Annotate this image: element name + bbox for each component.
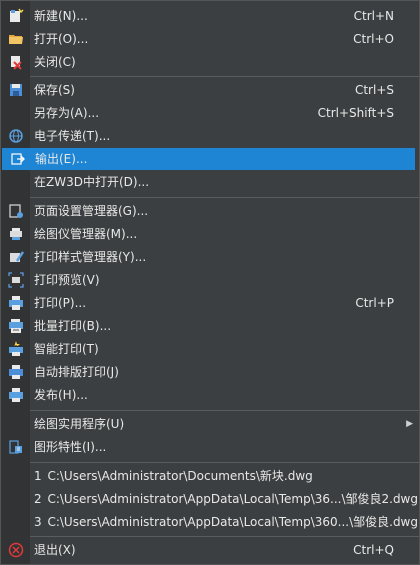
menu-item-label: 打印预览(V) (34, 273, 100, 287)
menu-item-shortcut: Ctrl+P (355, 296, 394, 310)
menu-item-smart-print[interactable]: 智能打印(T) (1, 338, 419, 360)
drawing-properties-icon (9, 440, 22, 454)
menu-item-label: 新建(N)... (34, 9, 88, 23)
menu-item-drawing-properties[interactable]: 图形特性(I)... (1, 436, 419, 458)
menu-item-label: 发布(H)... (34, 388, 88, 402)
exit-icon (8, 542, 24, 558)
menu-item-label: 电子传递(T)... (34, 129, 111, 143)
menu-item-label: 页面设置管理器(G)... (34, 204, 149, 218)
plotter-manager-icon (10, 228, 22, 240)
menu-item-label: 打印(P)... (34, 296, 87, 310)
menu-separator (30, 462, 419, 463)
close-file-icon (11, 56, 22, 70)
menu-item-etransmit[interactable]: 电子传递(T)... (1, 125, 419, 147)
recent-file-path: C:\Users\Administrator\Documents\新块.dwg (47, 469, 313, 483)
menu-item-close[interactable]: 关闭(C) (1, 51, 419, 73)
menu-item-shortcut: Ctrl+O (353, 32, 394, 46)
menu-item-label: 关闭(C) (34, 55, 76, 69)
menu-item-save-as[interactable]: 另存为(A)... Ctrl+Shift+S (1, 102, 419, 124)
menu-item-label: 自动排版打印(J) (34, 365, 119, 379)
page-setup-icon (9, 204, 23, 218)
menu-item-open-in-zw3d[interactable]: 在ZW3D中打开(D)... (1, 171, 419, 193)
menu-item-plot-style-manager[interactable]: 打印样式管理器(Y)... (1, 246, 419, 268)
menu-item-publish[interactable]: 发布(H)... (1, 384, 419, 406)
menu-item-label: 打开(O)... (34, 32, 89, 46)
menu-item-drawing-utilities[interactable]: 绘图实用程序(U) ▶ (1, 413, 419, 435)
print-preview-icon (8, 272, 24, 288)
menu-item-label: 绘图仪管理器(M)... (34, 227, 138, 241)
menu-item-exit[interactable]: 退出(X) Ctrl+Q (1, 539, 419, 561)
recent-file-3[interactable]: 3 C:\Users\Administrator\AppData\Local\T… (1, 511, 419, 533)
file-menu: 新建(N)... Ctrl+N 打开(O)... Ctrl+O 关闭(C) 保存… (0, 0, 420, 565)
menu-separator (30, 536, 419, 537)
menu-item-label: 另存为(A)... (34, 106, 100, 120)
menu-item-label: 保存(S) (34, 83, 75, 97)
menu-item-label: 打印样式管理器(Y)... (34, 250, 147, 264)
menu-item-label: 在ZW3D中打开(D)... (34, 175, 150, 189)
menu-item-open[interactable]: 打开(O)... Ctrl+O (1, 28, 419, 50)
menu-item-page-setup[interactable]: 页面设置管理器(G)... (1, 200, 419, 222)
menu-item-plotter-manager[interactable]: 绘图仪管理器(M)... (1, 223, 419, 245)
save-icon (10, 84, 22, 96)
recent-file-path: C:\Users\Administrator\AppData\Local\Tem… (47, 492, 418, 506)
menu-item-label: 智能打印(T) (34, 342, 99, 356)
export-icon (11, 153, 25, 165)
menu-item-save[interactable]: 保存(S) Ctrl+S (1, 79, 419, 101)
etransmit-icon (9, 129, 23, 143)
print-icon (9, 296, 23, 310)
menu-separator (30, 76, 419, 77)
menu-item-print[interactable]: 打印(P)... Ctrl+P (1, 292, 419, 314)
menu-separator (30, 410, 419, 411)
menu-item-print-preview[interactable]: 打印预览(V) (1, 269, 419, 291)
recent-file-number: 1 (34, 469, 42, 483)
plot-style-icon (10, 251, 24, 262)
recent-file-number: 3 (34, 515, 42, 529)
menu-separator (30, 197, 419, 198)
recent-file-path: C:\Users\Administrator\AppData\Local\Tem… (47, 515, 418, 529)
menu-item-export[interactable]: 输出(E)... (2, 148, 415, 170)
batch-print-icon (9, 319, 23, 333)
menu-item-label: 退出(X) (34, 543, 76, 557)
menu-item-label: 图形特性(I)... (34, 440, 107, 454)
menu-item-shortcut: Ctrl+Q (353, 543, 394, 557)
submenu-arrow-icon: ▶ (406, 419, 413, 429)
recent-file-1[interactable]: 1 C:\Users\Administrator\Documents\新块.dw… (1, 465, 419, 487)
auto-layout-print-icon (9, 365, 23, 379)
menu-item-batch-print[interactable]: 批量打印(B)... (1, 315, 419, 337)
menu-item-label: 批量打印(B)... (34, 319, 112, 333)
recent-file-number: 2 (34, 492, 42, 506)
menu-item-shortcut: Ctrl+Shift+S (317, 106, 394, 120)
publish-icon (9, 388, 23, 402)
menu-item-auto-layout-print[interactable]: 自动排版打印(J) (1, 361, 419, 383)
new-file-icon (10, 8, 24, 22)
menu-item-new[interactable]: 新建(N)... Ctrl+N (1, 5, 419, 27)
menu-item-label: 绘图实用程序(U) (34, 417, 125, 431)
recent-file-2[interactable]: 2 C:\Users\Administrator\AppData\Local\T… (1, 488, 419, 510)
menu-item-shortcut: Ctrl+N (353, 9, 394, 23)
menu-item-label: 输出(E)... (35, 152, 88, 166)
menu-item-shortcut: Ctrl+S (354, 83, 394, 97)
smart-print-icon (9, 341, 23, 356)
open-folder-icon (9, 35, 23, 44)
